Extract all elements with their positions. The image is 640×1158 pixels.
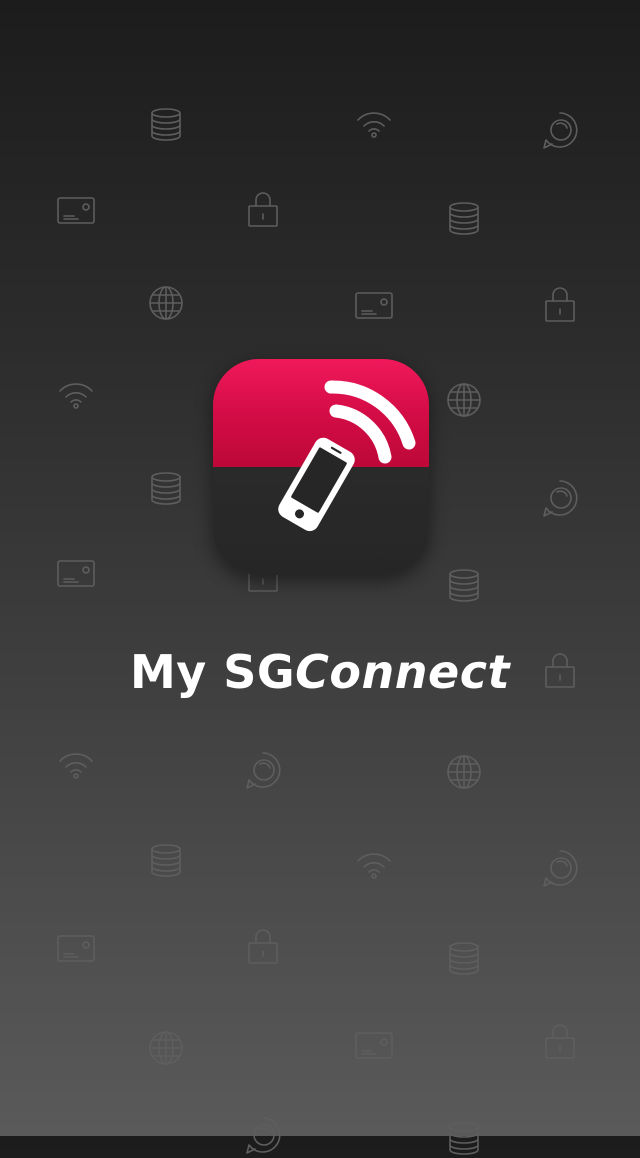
chat-bubble-icon bbox=[540, 110, 580, 150]
app-title-part1: My SG bbox=[130, 645, 296, 699]
chat-bubble-icon bbox=[540, 478, 580, 518]
app-logo bbox=[213, 359, 429, 575]
coins-icon bbox=[146, 104, 186, 144]
chat-bubble-icon bbox=[243, 750, 283, 790]
lock-icon bbox=[540, 1020, 580, 1060]
wifi-icon bbox=[56, 745, 96, 785]
card-icon bbox=[56, 553, 96, 593]
globe-icon bbox=[146, 1028, 186, 1068]
globe-icon bbox=[146, 283, 186, 323]
globe-icon bbox=[444, 380, 484, 420]
wifi-icon bbox=[56, 375, 96, 415]
lock-icon bbox=[540, 283, 580, 323]
coins-icon bbox=[444, 938, 484, 978]
wifi-icon bbox=[354, 845, 394, 885]
phone-signal-icon bbox=[278, 380, 416, 532]
app-title-part2: Connect bbox=[295, 645, 510, 699]
wifi-icon bbox=[354, 104, 394, 144]
chat-bubble-icon bbox=[540, 848, 580, 888]
card-icon bbox=[56, 190, 96, 230]
lock-icon bbox=[243, 188, 283, 228]
globe-icon bbox=[444, 752, 484, 792]
coins-icon bbox=[444, 565, 484, 605]
card-icon bbox=[354, 285, 394, 325]
app-title: My SGConnect bbox=[0, 640, 640, 704]
card-icon bbox=[354, 1025, 394, 1065]
coins-icon bbox=[444, 198, 484, 238]
coins-icon bbox=[444, 1118, 484, 1158]
lock-icon bbox=[243, 925, 283, 965]
card-icon bbox=[56, 928, 96, 968]
coins-icon bbox=[146, 468, 186, 508]
chat-bubble-icon bbox=[243, 1115, 283, 1155]
coins-icon bbox=[146, 840, 186, 880]
